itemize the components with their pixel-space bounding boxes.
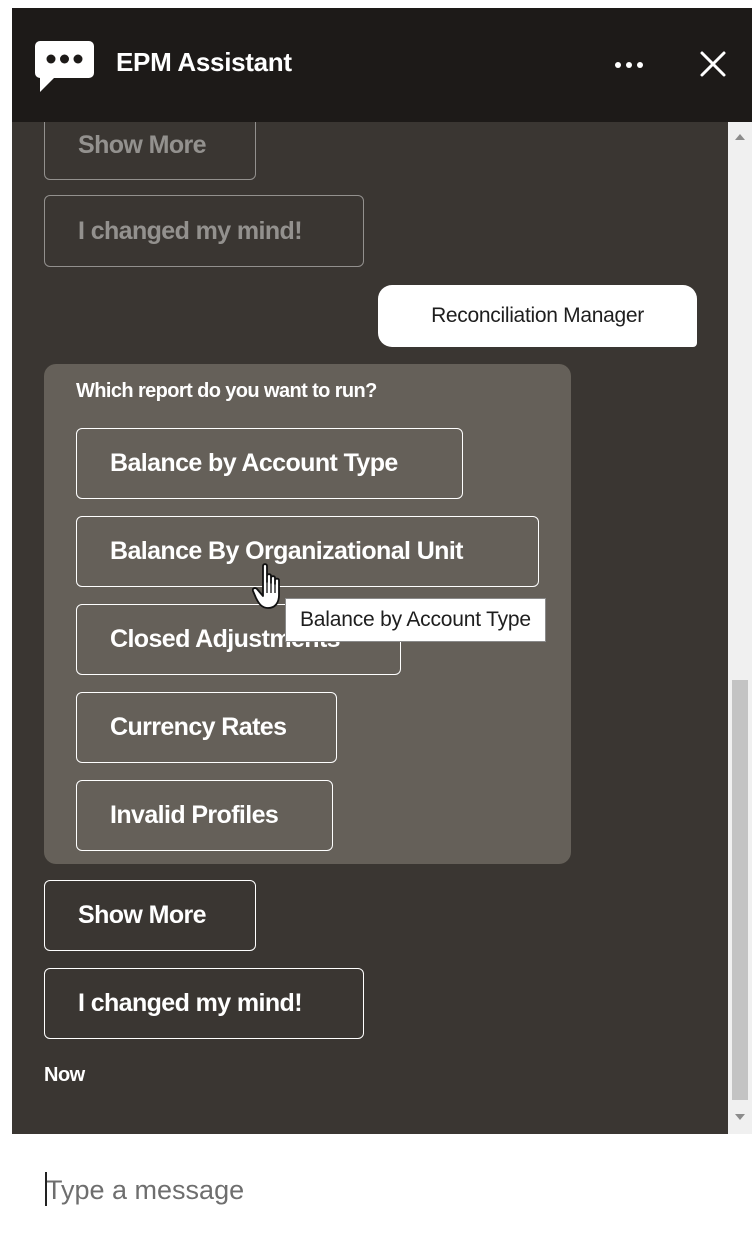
changed-mind-button[interactable]: I changed my mind! xyxy=(44,968,364,1039)
scrollbar-thumb[interactable] xyxy=(732,680,748,1100)
tooltip: Balance by Account Type xyxy=(285,598,546,642)
chat-window: EPM Assistant Show More I changed my min… xyxy=(12,8,752,1252)
text-caret xyxy=(45,1172,47,1206)
more-options-icon[interactable] xyxy=(608,44,652,84)
conversation-area: Show More I changed my mind! Reconciliat… xyxy=(12,122,728,1134)
report-option-currency-rates[interactable]: Currency Rates xyxy=(76,692,337,763)
previous-changed-mind-button[interactable]: I changed my mind! xyxy=(44,195,364,267)
user-message-bubble: Reconciliation Manager xyxy=(378,285,697,347)
vertical-scrollbar[interactable] xyxy=(728,122,752,1134)
previous-show-more-button[interactable]: Show More xyxy=(44,122,256,180)
message-input[interactable] xyxy=(46,1170,716,1210)
message-timestamp: Now xyxy=(44,1064,85,1086)
hand-pointer-cursor-icon xyxy=(252,563,280,609)
chat-bubble-icon xyxy=(35,41,94,92)
report-option-balance-by-account-type[interactable]: Balance by Account Type xyxy=(76,428,463,499)
scroll-down-arrow-icon[interactable] xyxy=(735,1114,745,1120)
report-option-invalid-profiles[interactable]: Invalid Profiles xyxy=(76,780,333,851)
bot-question-text: Which report do you want to run? xyxy=(76,380,377,402)
close-icon[interactable] xyxy=(694,44,734,84)
chat-header: EPM Assistant xyxy=(12,8,752,122)
show-more-button[interactable]: Show More xyxy=(44,880,256,951)
report-option-balance-by-organizational-unit[interactable]: Balance By Organizational Unit xyxy=(76,516,539,587)
header-title: EPM Assistant xyxy=(116,47,292,77)
scroll-up-arrow-icon[interactable] xyxy=(735,134,745,140)
message-composer xyxy=(12,1134,752,1252)
